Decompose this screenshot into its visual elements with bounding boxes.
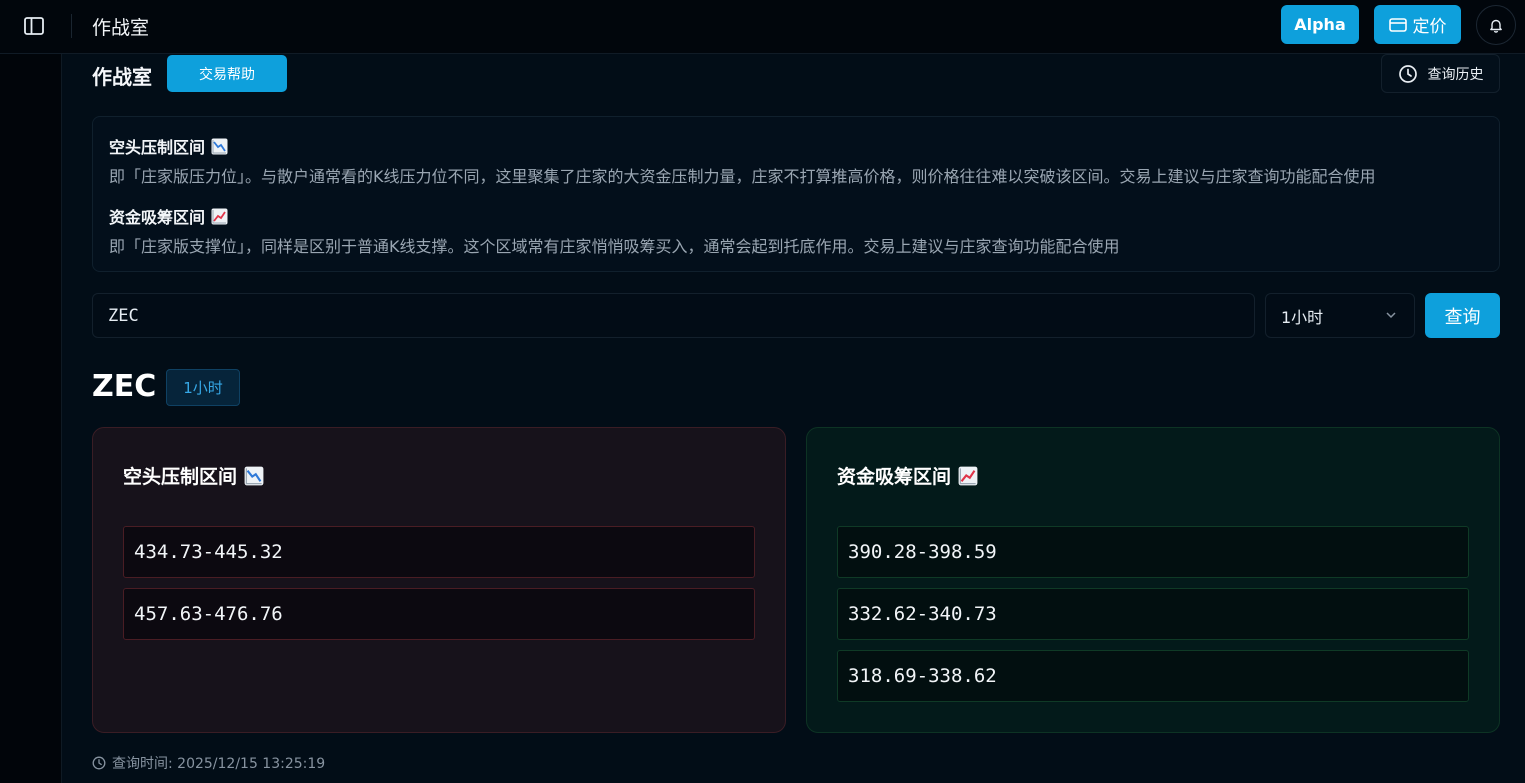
page-title: 作战室 bbox=[92, 17, 150, 39]
chart-decreasing-icon bbox=[244, 466, 264, 486]
result-symbol: ZEC bbox=[92, 369, 157, 404]
bull-range-row: 390.28-398.59 bbox=[837, 526, 1469, 578]
sidebar-toggle-icon[interactable] bbox=[22, 14, 46, 38]
trade-help-button[interactable]: 交易帮助 bbox=[167, 55, 287, 92]
query-history-label: 查询历史 bbox=[1427, 66, 1484, 83]
info-bull-title-text: 资金吸筹区间 bbox=[109, 208, 206, 227]
query-history-button[interactable]: 查询历史 bbox=[1381, 54, 1500, 93]
topbar-divider bbox=[71, 14, 72, 38]
bull-card-title-text: 资金吸筹区间 bbox=[837, 466, 952, 488]
top-bar: 作战室 Alpha 定价 bbox=[0, 0, 1525, 54]
chart-decreasing-icon bbox=[211, 138, 228, 155]
query-time: 查询时间: 2025/12/15 13:25:19 bbox=[92, 753, 325, 773]
card-icon bbox=[1388, 17, 1407, 32]
info-bear-title: 空头压制区间 bbox=[109, 134, 228, 158]
bear-range-row: 457.63-476.76 bbox=[123, 588, 755, 640]
clock-icon bbox=[1398, 64, 1418, 84]
pricing-label: 定价 bbox=[1412, 17, 1447, 37]
bull-zone-card: 资金吸筹区间 390.28-398.59 332.62-340.73 318.6… bbox=[806, 427, 1500, 733]
alpha-button[interactable]: Alpha bbox=[1281, 5, 1359, 44]
notification-button[interactable] bbox=[1476, 5, 1516, 45]
info-bear-title-text: 空头压制区间 bbox=[109, 138, 206, 157]
info-bull-title: 资金吸筹区间 bbox=[109, 204, 228, 228]
query-time-text: 查询时间: 2025/12/15 13:25:19 bbox=[112, 756, 326, 772]
chart-increasing-icon bbox=[958, 466, 978, 486]
bear-range-row: 434.73-445.32 bbox=[123, 526, 755, 578]
info-bull-desc: 即「庄家版支撑位」，同样是区别于普通K线支撑。这个区域常有庄家悄悄吸筹买入，通常… bbox=[109, 237, 1120, 256]
query-button[interactable]: 查询 bbox=[1425, 293, 1500, 338]
section-title: 作战室 bbox=[92, 65, 152, 89]
bear-card-title-text: 空头压制区间 bbox=[123, 466, 238, 488]
left-rail bbox=[0, 54, 62, 783]
bull-range-row: 332.62-340.73 bbox=[837, 588, 1469, 640]
result-timeframe-badge: 1小时 bbox=[166, 369, 240, 406]
symbol-input[interactable] bbox=[92, 293, 1255, 338]
bell-icon bbox=[1489, 18, 1503, 33]
info-box: 空头压制区间 即「庄家版压力位」。与散户通常看的K线压力位不同，这里聚集了庄家的… bbox=[92, 116, 1500, 272]
chart-increasing-icon bbox=[211, 208, 228, 225]
bear-zone-card: 空头压制区间 434.73-445.32 457.63-476.76 bbox=[92, 427, 786, 733]
clock-icon bbox=[92, 756, 106, 770]
bull-card-title: 资金吸筹区间 bbox=[837, 462, 978, 489]
pricing-button[interactable]: 定价 bbox=[1374, 5, 1461, 44]
timeframe-select[interactable]: 1小时 bbox=[1265, 293, 1415, 338]
bull-range-row: 318.69-338.62 bbox=[837, 650, 1469, 702]
chevron-down-icon bbox=[1384, 308, 1398, 322]
bear-card-title: 空头压制区间 bbox=[123, 462, 264, 489]
info-bear-desc: 即「庄家版压力位」。与散户通常看的K线压力位不同，这里聚集了庄家的大资金压制力量… bbox=[109, 167, 1376, 186]
timeframe-select-value: 1小时 bbox=[1281, 307, 1324, 327]
